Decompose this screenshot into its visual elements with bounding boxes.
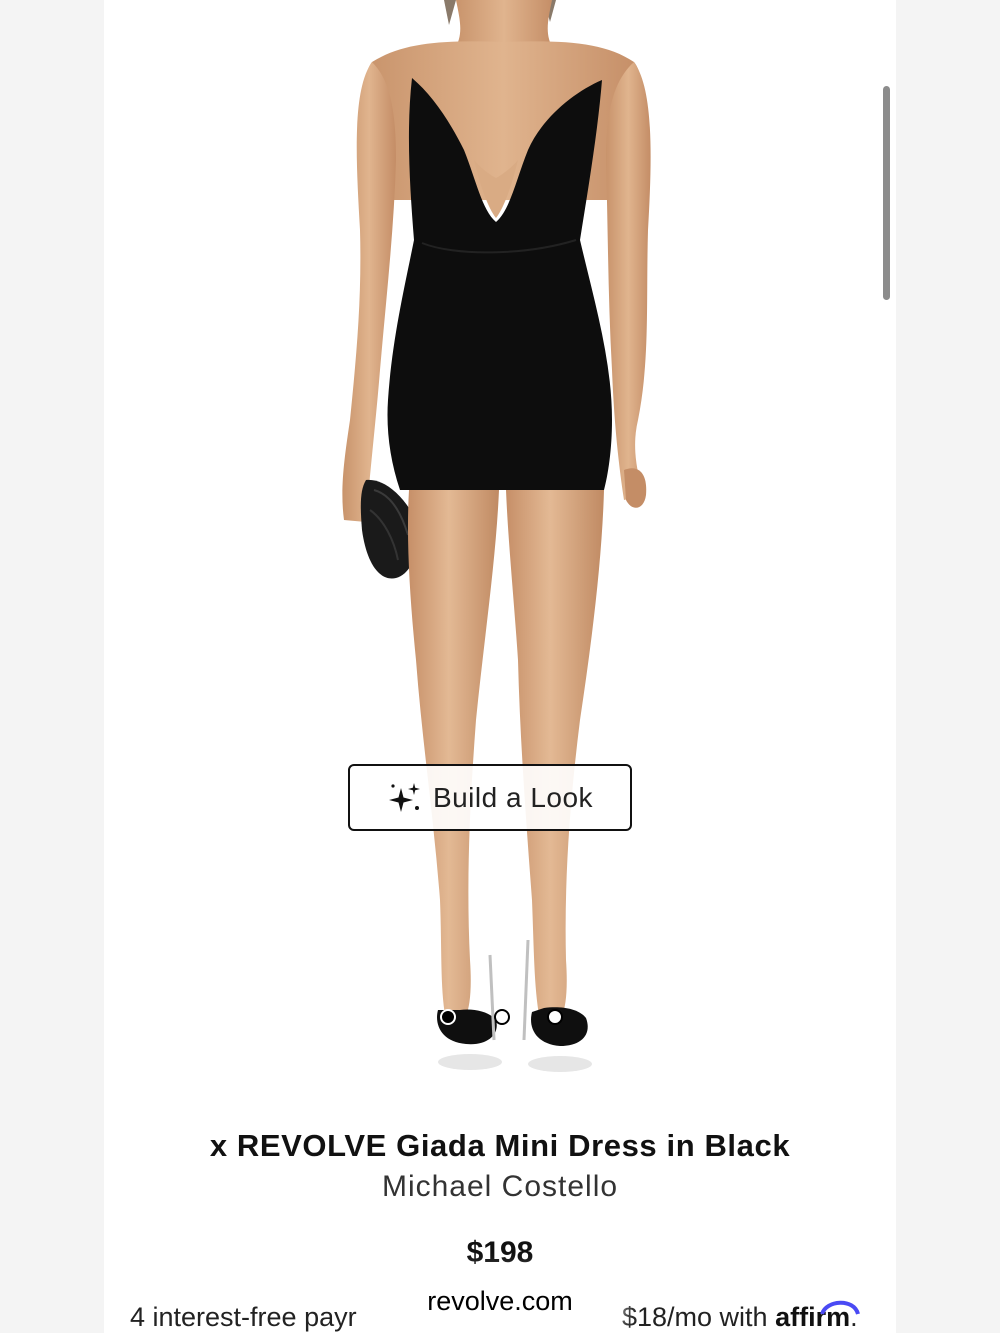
- affirm-arc-icon: [820, 1300, 860, 1315]
- carousel-dot-3[interactable]: [547, 1009, 563, 1025]
- brand-link[interactable]: Michael Costello: [104, 1170, 896, 1204]
- model-illustration: [342, 0, 651, 1072]
- carousel-dot-1[interactable]: [440, 1009, 456, 1025]
- payment-monthly: $18/mo with: [622, 1302, 768, 1332]
- affirm-payment-info[interactable]: 4 interest-free payr $18/mo with affirm.: [130, 1300, 860, 1333]
- product-price: $198: [466, 1236, 534, 1269]
- carousel-dot-2[interactable]: [494, 1009, 510, 1025]
- build-a-look-button[interactable]: Build a Look: [348, 764, 632, 831]
- product-title: x REVOLVE Giada Mini Dress in Black: [209, 1128, 791, 1163]
- product-page: Build a Look x REVOLVE Giada Mini Dress …: [0, 0, 1000, 1333]
- product-image[interactable]: [104, 0, 896, 1075]
- build-a-look-label: Build a Look: [432, 781, 594, 813]
- payment-text-start: 4 interest-free payr: [130, 1302, 357, 1332]
- carousel-indicator: [438, 1009, 568, 1029]
- browser-url-bar[interactable]: revolve.com: [378, 1273, 622, 1333]
- url-text: revolve.com: [427, 1285, 573, 1316]
- scrollbar[interactable]: [883, 86, 890, 300]
- sparkles-icon: [388, 782, 420, 812]
